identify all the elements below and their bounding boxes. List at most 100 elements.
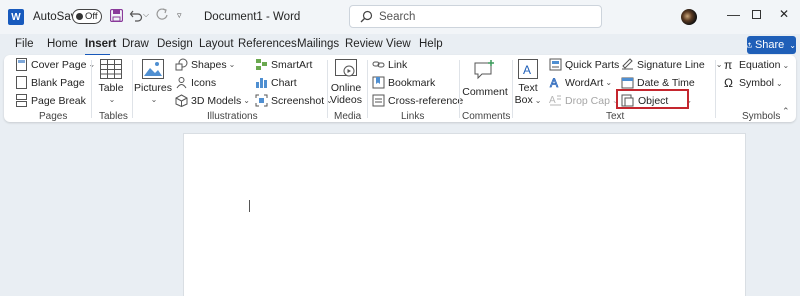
online-videos-button[interactable]: Online Videos [330, 59, 362, 106]
smartart-button[interactable]: SmartArt [255, 58, 312, 71]
text-box-button[interactable]: A Text Box ⌄ [515, 59, 541, 107]
shapes-label: Shapes [191, 58, 227, 71]
page-break-button[interactable]: Page Break [16, 94, 86, 107]
bookmark-button[interactable]: Bookmark [372, 76, 435, 89]
icons-label: Icons [191, 76, 217, 89]
chevron-down-icon: ⌄ [776, 78, 783, 88]
icons-button[interactable]: Icons [175, 76, 216, 89]
symbol-button[interactable]: Ω Symbol ⌄ [724, 76, 783, 90]
save-icon[interactable] [109, 8, 124, 25]
drop-cap-label: Drop Cap [565, 94, 610, 107]
signature-line-button[interactable]: Signature Line ⌄ [621, 58, 722, 71]
tab-help[interactable]: Help [419, 38, 443, 50]
tab-draw[interactable]: Draw [122, 38, 149, 50]
undo-icon[interactable] [129, 8, 143, 25]
comment-label: Comment [462, 86, 508, 98]
wordart-icon: A [550, 76, 559, 89]
cross-reference-button[interactable]: Cross-reference [372, 94, 463, 107]
group-divider [367, 60, 368, 118]
quick-parts-button[interactable]: Quick Parts⌄ [549, 58, 628, 71]
search-input[interactable] [379, 11, 579, 23]
blank-page-button[interactable]: Blank Page [16, 76, 85, 89]
close-icon[interactable]: ✕ [779, 7, 789, 21]
bookmark-icon [372, 76, 385, 89]
group-label-illustrations: Illustrations [207, 111, 258, 122]
cover-page-button[interactable]: Cover Page⌄ [16, 58, 95, 71]
group-divider [327, 60, 328, 118]
title-bar: W AutoSave Off ⌵ ▿ Document1 - Word — ✕ [0, 0, 800, 34]
undo-dropdown-icon[interactable]: ⌵ [143, 10, 149, 20]
document-page[interactable] [183, 133, 746, 296]
blank-page-icon [16, 76, 27, 89]
group-label-symbols: Symbols [742, 111, 781, 122]
group-label-text: Text [606, 111, 625, 122]
text-box-label-2: Box [514, 94, 533, 106]
tab-file[interactable]: File [15, 38, 34, 50]
pi-icon: π [724, 58, 733, 72]
tab-insert[interactable]: Insert [85, 38, 116, 50]
cover-page-label: Cover Page [31, 58, 87, 71]
customize-quick-access-icon[interactable]: ▿ [177, 10, 182, 21]
equation-button[interactable]: π Equation ⌄ [724, 58, 789, 72]
chart-button[interactable]: Chart [255, 76, 297, 89]
shapes-button[interactable]: Shapes ⌄ [175, 58, 235, 71]
signature-line-label: Signature Line [637, 58, 705, 71]
pictures-button[interactable]: Pictures ⌄ [134, 59, 172, 106]
group-label-media: Media [334, 111, 362, 122]
link-icon [372, 61, 385, 68]
equation-label: Equation [739, 59, 781, 71]
search-box[interactable] [349, 5, 602, 28]
wordart-button[interactable]: A WordArt ⌄ [549, 76, 612, 89]
chart-icon [256, 78, 267, 88]
chevron-down-icon: ⌄ [243, 96, 250, 105]
share-button[interactable]: Share ⌄ [747, 36, 796, 54]
collapse-ribbon-icon[interactable]: ⌃ [782, 106, 790, 117]
chevron-down-icon: ⌄ [715, 60, 723, 69]
minimize-icon[interactable]: — [727, 7, 740, 22]
calendar-icon [621, 77, 634, 89]
text-cursor [249, 200, 250, 212]
cover-page-icon [16, 58, 27, 71]
object-highlight-box [616, 89, 689, 109]
screenshot-button[interactable]: Screenshot ⌄ [255, 94, 333, 107]
toggle-knob [76, 13, 83, 20]
table-button[interactable]: Table ⌄ [98, 59, 124, 106]
pictures-icon [142, 59, 164, 79]
icons-icon [176, 77, 187, 89]
tab-design[interactable]: Design [157, 38, 193, 50]
chevron-down-icon: ⌄ [150, 95, 158, 104]
autosave-toggle[interactable]: Off [72, 9, 102, 24]
3d-models-button[interactable]: 3D Models ⌄ [175, 94, 250, 107]
bookmark-label: Bookmark [388, 76, 436, 89]
page-break-icon [16, 94, 27, 107]
chevron-down-icon: ⌄ [534, 96, 542, 105]
tab-home[interactable]: Home [47, 38, 78, 50]
group-divider [715, 60, 716, 118]
maximize-icon[interactable] [752, 10, 761, 19]
tab-review[interactable]: Review [345, 38, 383, 50]
tab-mailings[interactable]: Mailings [297, 38, 339, 50]
avatar[interactable] [681, 9, 697, 25]
screenshot-icon [255, 94, 268, 107]
group-divider [132, 60, 133, 118]
tab-references[interactable]: References [238, 38, 297, 50]
tab-layout[interactable]: Layout [199, 38, 234, 50]
tab-view[interactable]: View [386, 38, 411, 50]
shapes-icon [175, 58, 188, 71]
share-icon [747, 42, 752, 48]
share-label: Share [754, 39, 785, 51]
search-icon [360, 10, 373, 26]
link-button[interactable]: Link [372, 58, 407, 71]
drop-cap-icon: A [549, 95, 561, 106]
redo-icon[interactable] [155, 8, 169, 25]
word-logo-icon: W [8, 9, 24, 25]
drop-cap-button[interactable]: A Drop Cap ⌄ [549, 94, 619, 107]
wordart-label: WordArt [565, 76, 604, 89]
date-time-button[interactable]: Date & Time [621, 76, 695, 89]
link-label: Link [388, 58, 408, 71]
table-icon [100, 59, 122, 79]
date-time-label: Date & Time [637, 76, 695, 89]
comment-button[interactable]: Comment [462, 59, 508, 98]
chevron-down-icon: ⌄ [782, 60, 790, 70]
chart-label: Chart [271, 76, 297, 89]
